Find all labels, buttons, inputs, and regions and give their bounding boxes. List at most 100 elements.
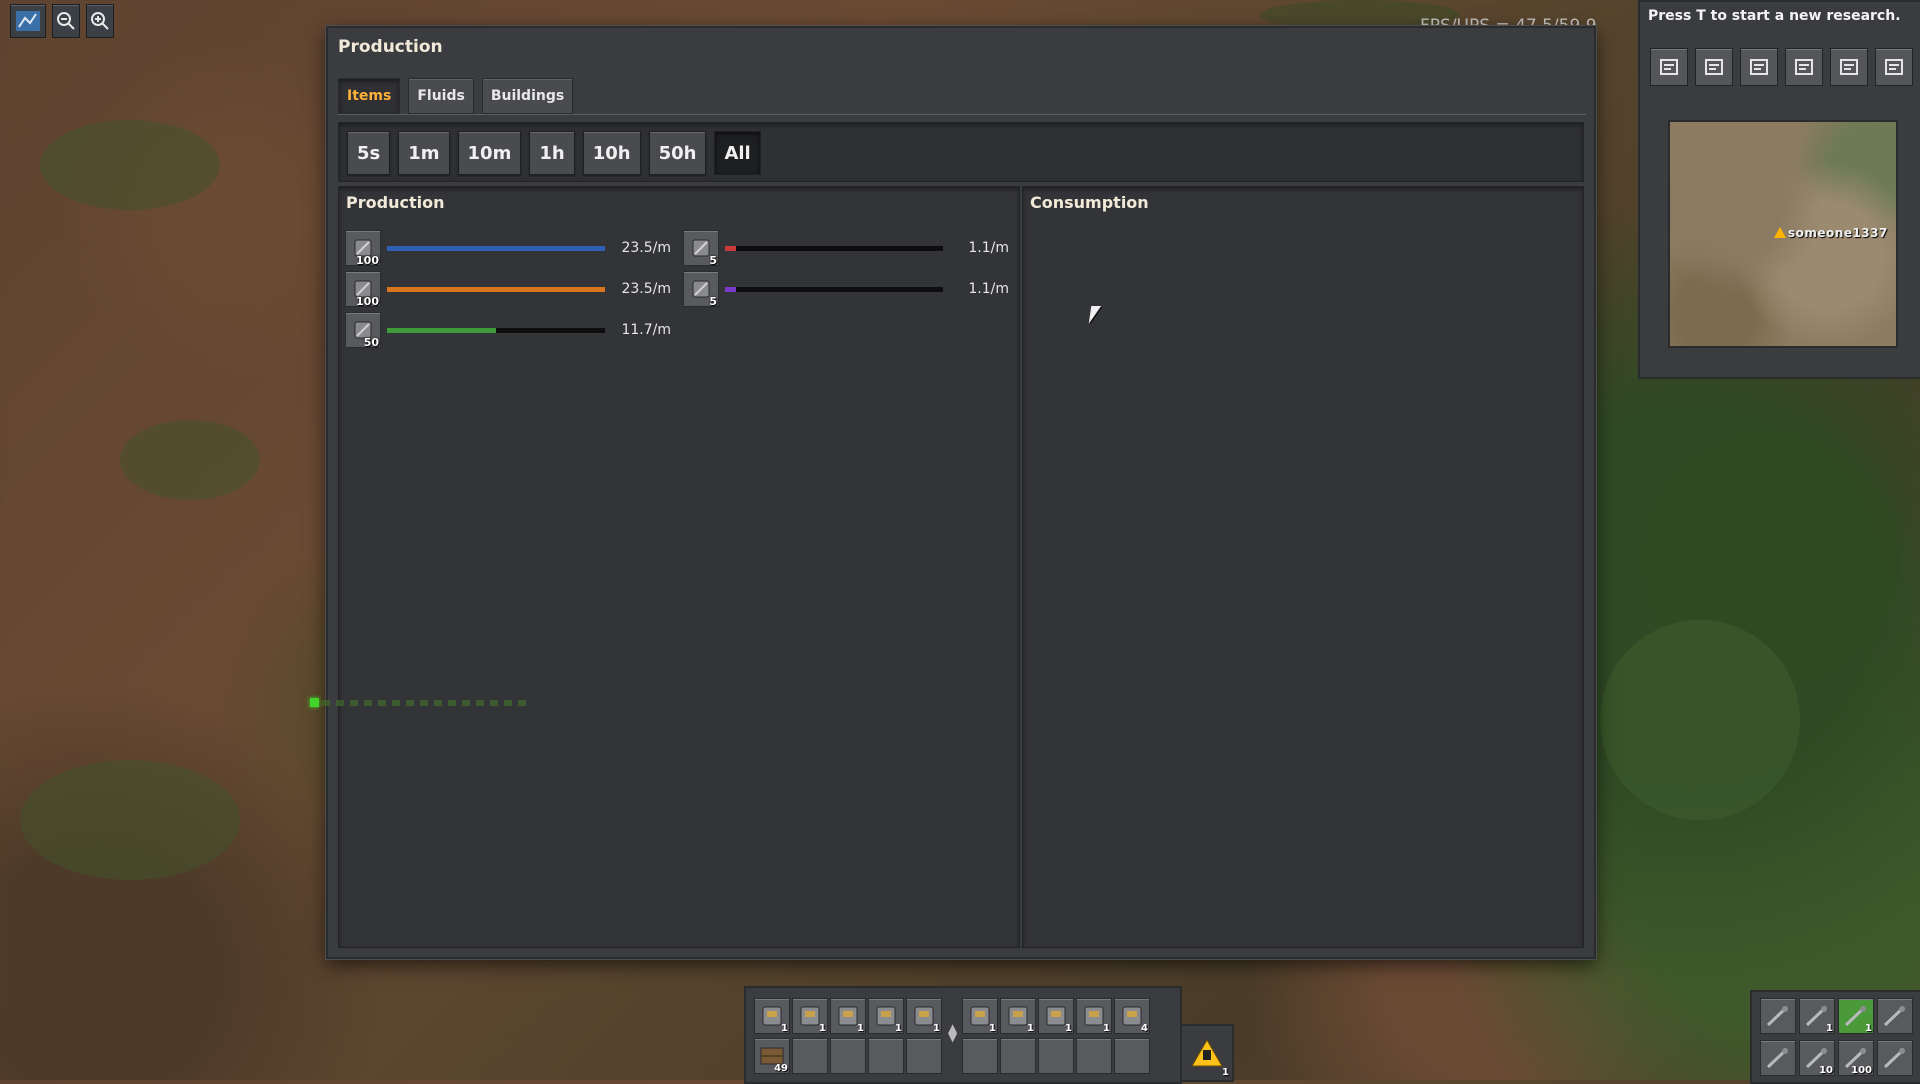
hotbar-slot[interactable]: 1 [830,998,866,1034]
slot-count: 1 [1065,1023,1072,1034]
hotbar: 1 1 1 1 1 1 1 1 1 4 49 ▲ ▼ [744,986,1182,1084]
slot-count: 1 [819,1023,826,1034]
production-row[interactable]: 100 23.5/m [345,271,671,308]
hotbar-slot[interactable] [1000,1038,1036,1074]
weapon-slot[interactable] [1877,998,1913,1034]
zoom-in-button[interactable] [86,4,114,38]
hotbar-slot[interactable]: 4 [1114,998,1150,1034]
weapon-slot[interactable]: 1 [1838,998,1874,1034]
alert-panel[interactable]: 1 [1180,1024,1234,1082]
train-button[interactable] [1830,48,1868,86]
train-icon [1840,59,1858,75]
tab-buildings[interactable]: Buildings [481,78,574,114]
time-10m-button[interactable]: 10m [457,131,522,175]
hotbar-slot[interactable] [1114,1038,1150,1074]
weapon-quickbar: 1 1 10 100 [1750,990,1920,1084]
time-1h-button[interactable]: 1h [529,131,575,175]
research-icon [1795,59,1813,75]
weapon-slot[interactable] [1760,998,1796,1034]
production-rate: 11.7/m [621,322,671,338]
research-button[interactable] [1785,48,1823,86]
consumption-panel-title: Consumption [1030,193,1149,212]
production-bar-fill [387,245,605,251]
bonus-button[interactable] [1740,48,1778,86]
production-row[interactable]: 5 1.1/m [683,230,1009,267]
production-window: Production Items Fluids Buildings 5s 1m … [326,26,1596,959]
wooden-chest-icon: 50 [345,312,381,349]
terrain-patch [120,420,260,500]
slot-count: 4 [1141,1023,1148,1034]
time-50h-button[interactable]: 50h [648,131,707,175]
burner-inserter-icon: 5 [683,271,719,308]
pickaxe-icon [1766,1005,1789,1027]
minimap[interactable]: someone1337 [1668,120,1898,348]
research-panel: Press T to start a new research. someone… [1638,0,1920,379]
research-toolbar [1650,48,1913,86]
production-bar [387,327,605,333]
sword-icon [1883,1047,1906,1069]
hotbar-slot[interactable] [1038,1038,1074,1074]
time-1m-button[interactable]: 1m [398,131,450,175]
weapon-slot[interactable]: 1 [1799,998,1835,1034]
production-stats-icon [1705,59,1723,75]
slot-count: 10 [1819,1065,1833,1076]
hotbar-slot[interactable]: 1 [906,998,942,1034]
time-all-button[interactable]: All [714,131,761,175]
slot-count: 1 [1865,1023,1872,1034]
hotbar-slot[interactable] [1076,1038,1112,1074]
hotbar-slot[interactable] [962,1038,998,1074]
hotbar-slot[interactable]: 1 [792,998,828,1034]
player-marker-icon [1774,227,1786,238]
slot-count: 1 [989,1023,996,1034]
achievements-button[interactable] [1875,48,1913,86]
production-bar-fill [387,286,605,292]
item-count: 100 [356,254,379,267]
weapon-slot[interactable]: 100 [1838,1040,1874,1076]
tab-fluids[interactable]: Fluids [408,78,474,114]
hotbar-slot[interactable]: 49 [754,1038,790,1074]
firearm-magazine-icon: 100 [345,271,381,308]
slot-count: 1 [895,1023,902,1034]
production-row[interactable]: 5 1.1/m [683,271,1009,308]
hotbar-swap-icon[interactable]: ▲ ▼ [948,1022,957,1043]
window-title: Production [338,37,443,57]
map-icon [1660,59,1678,75]
item-count: 100 [356,295,379,308]
map-button[interactable] [1650,48,1688,86]
top-left-toolbar [10,4,114,38]
hotbar-slot[interactable] [792,1038,828,1074]
hotbar-slot[interactable]: 1 [962,998,998,1034]
time-10h-button[interactable]: 10h [582,131,641,175]
production-rate: 23.5/m [621,281,671,297]
hotbar-slot[interactable] [868,1038,904,1074]
weapon-slot[interactable] [1877,1040,1913,1076]
hotbar-slot[interactable] [906,1038,942,1074]
map-view-button[interactable] [10,4,46,38]
hotbar-slot[interactable]: 1 [1038,998,1074,1034]
hotbar-slot[interactable]: 1 [754,998,790,1034]
production-bar-fill [387,327,496,333]
hotbar-slot[interactable]: 1 [1000,998,1036,1034]
production-stats-button[interactable] [1695,48,1733,86]
production-row[interactable]: 50 11.7/m [345,312,671,349]
tab-items[interactable]: Items [338,78,401,114]
tab-divider [338,114,1586,115]
hotbar-slot[interactable] [830,1038,866,1074]
slot-count: 100 [1851,1065,1872,1076]
time-5s-button[interactable]: 5s [347,131,391,175]
production-rate: 1.1/m [968,281,1009,297]
production-row[interactable]: 100 23.5/m [345,230,671,267]
hotbar-slot[interactable]: 1 [1076,998,1112,1034]
research-prompt: Press T to start a new research. [1648,8,1901,24]
time-range-bar: 5s 1m 10m 1h 10h 50h All [338,122,1584,182]
weapon-slot[interactable]: 10 [1799,1040,1835,1076]
item-count: 5 [709,254,717,267]
terrain-patch [1600,620,1800,820]
terrain-patch [40,120,220,210]
weapon-slot[interactable] [1760,1040,1796,1076]
build-indicator-trail [322,700,532,706]
slot-count: 1 [1027,1023,1034,1034]
zoom-out-button[interactable] [52,4,80,38]
production-rate: 23.5/m [621,240,671,256]
hotbar-slot[interactable]: 1 [868,998,904,1034]
